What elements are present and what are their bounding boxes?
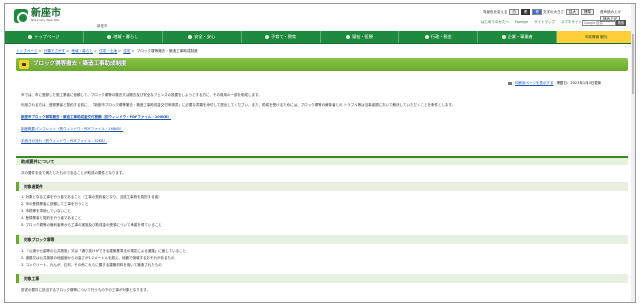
site-search: Google 提供 検索: [582, 20, 626, 26]
voice-label: 音声読み上げ: [600, 9, 621, 14]
crumb-housing-land[interactable]: 住宅・土地: [99, 49, 117, 53]
briefcase-icon: [501, 35, 506, 39]
list-item: 2. 市の登録業者に依頼して工事を行うこと: [21, 202, 89, 206]
font-default-button[interactable]: 標準: [581, 9, 594, 15]
updated-date: 掲載日：2023年1月4日更新: [556, 81, 602, 85]
scrollbar-thumb[interactable]: [632, 34, 634, 94]
nav-living[interactable]: 地域・暮らし: [84, 31, 163, 43]
home-icon: [28, 35, 33, 39]
link-first-visit[interactable]: はじめてのかたへ: [481, 20, 509, 25]
target-wall-list: 1. 「公道や公園等の公共施設」又は「通り抜けができる建築基準法の規定による道路…: [21, 248, 186, 269]
crumb-top[interactable]: トップページ: [16, 49, 38, 53]
house-icon: [107, 35, 112, 39]
nav-label: 安全・安心: [194, 34, 216, 40]
crumb-living[interactable]: 地域・暮らし: [71, 49, 93, 53]
nav-label: 子育て・教育: [270, 34, 297, 40]
font-enlarge-button[interactable]: 拡大: [566, 9, 579, 15]
search-button[interactable]: 検索: [616, 20, 626, 26]
doc-link-procedure[interactable]: 手続きの流れ（別ウィンドウ・PDFファイル・52KB）: [21, 139, 107, 144]
printer-icon: [508, 81, 512, 85]
nav-label: トップページ: [34, 34, 60, 40]
doc-link-pamphlet[interactable]: 制度概要パンフレット（別ウィンドウ・PDFファイル・168KB）: [21, 127, 123, 132]
nav-label: 地域・暮らし: [113, 34, 139, 40]
target-work-text: 前述の要件に該当するブロック塀等について行うもの下の工事が対象となります。: [21, 288, 150, 292]
intro-paragraph-2: 利用される方は、登録業者と契約する前に、「新座市ブロック塀等撤去・築造工事助成金…: [21, 103, 456, 107]
header-links: はじめてのかたへ Foreign サイトマップ スマホサイト: [481, 20, 582, 25]
list-item: 5. ブロック塀等の権利者等から工事の実施及び助成金の受領について承諾を得ている…: [21, 223, 162, 227]
bg-color-switcher: 背景色を変える 白 黒 青: [483, 9, 542, 15]
font-size-switcher: 文字の大きさ 拡大 標準: [543, 9, 594, 15]
subheading-target-person: 対象者要件: [16, 182, 628, 191]
nav-label: 市政情報 観光: [584, 35, 608, 39]
crumb-category[interactable]: 分類でさがす: [44, 49, 66, 53]
nav-top[interactable]: トップページ: [5, 31, 84, 43]
list-item: 3. 市税等を滞納していないこと: [21, 209, 71, 213]
bg-black-button[interactable]: 黒: [520, 9, 531, 15]
nav-label: 福祉・医療: [351, 34, 373, 40]
nav-safety[interactable]: 安全・安心: [163, 31, 242, 43]
font-size-label: 文字の大きさ: [543, 9, 564, 14]
section-heading: 助成要件について: [16, 156, 628, 165]
nav-childcare[interactable]: 子育て・教育: [242, 31, 321, 43]
crumb-housing[interactable]: 住宅: [123, 49, 130, 53]
bg-blue-button[interactable]: 青: [532, 9, 542, 15]
logo-subtitle: Niiza City Web Site: [31, 18, 60, 23]
block-wall-icon: [19, 60, 29, 69]
child-icon: [264, 35, 269, 39]
kana-label: 新座市: [97, 24, 108, 28]
link-sitemap[interactable]: サイトマップ: [534, 20, 555, 25]
voice-reader: 音声読み上げ: [600, 9, 621, 15]
site-logo[interactable]: 新座市 Niiza City Web Site: [14, 9, 61, 24]
link-smartphone[interactable]: スマホサイト: [561, 20, 582, 25]
search-input[interactable]: Google 提供: [582, 20, 616, 26]
nav-admin[interactable]: 行政・税金: [399, 31, 479, 43]
print-link[interactable]: 印刷用ページを表示する: [515, 81, 553, 86]
doc-link-guideline[interactable]: 新座市ブロック塀等撤去・築造工事助成金交付要綱（別ウィンドウ・PDFファイル・1…: [21, 115, 171, 120]
print-row: 印刷用ページを表示する 掲載日：2023年1月4日更新: [508, 81, 601, 86]
crumb-current: ブロック塀等撤去・築造工事助成制度: [136, 49, 198, 53]
page-title-bar: ブロック塀等撤去・築造工事助成制度: [16, 58, 628, 71]
nav-label: 企業・事業者: [507, 34, 533, 40]
shield-icon: [188, 35, 193, 39]
list-item: 3. コンクリート、れんが、石材、その他これらに類する建築材料を用いて築造された…: [21, 263, 162, 267]
list-item: 4. 登録業者と契約を行う者であること: [21, 216, 82, 220]
site-header: 新座市 Niiza City Web Site 新座市 背景色を変える 白 黒 …: [5, 4, 635, 30]
heart-icon: [345, 35, 350, 39]
target-person-list: 1. 対象となる工事を行う者であること（工事の契約者となり、当該工事費を負担する…: [21, 194, 162, 229]
nav-cityinfo[interactable]: 市政情報 観光: [557, 31, 635, 43]
nav-business[interactable]: 企業・事業者: [478, 31, 558, 43]
page-title: ブロック塀等撤去・築造工事助成制度: [33, 60, 127, 67]
breadcrumb: トップページ> 分類でさがす> 地域・暮らし> 住宅・土地> 住宅> ブロック塀…: [16, 49, 198, 53]
list-item: 1. 対象となる工事を行う者であること（工事の契約者となり、当該工事費を負担する…: [21, 195, 162, 199]
nav-welfare[interactable]: 福祉・医療: [321, 31, 400, 43]
intro-paragraph-1: 市では、市に登録した施工業者に依頼して、ブロック塀等の撤去又は撤去及び安全なフェ…: [21, 93, 262, 97]
browser-page: 新座市 Niiza City Web Site 新座市 背景色を変える 白 黒 …: [4, 3, 636, 303]
city-emblem-icon: [14, 9, 29, 24]
link-foreign[interactable]: Foreign: [515, 20, 528, 25]
vertical-scrollbar[interactable]: [631, 4, 635, 302]
list-item: 1. 「公道や公園等の公共施設」又は「通り抜けができる建築基準法の規定による道路…: [21, 249, 187, 253]
building-icon: [424, 35, 429, 39]
bg-color-label: 背景色を変える: [483, 9, 508, 14]
global-nav: トップページ 地域・暮らし 安全・安心 子育て・教育 福祉・医療 行政・税金 企…: [5, 31, 635, 44]
list-item: 2. 道路又は公共施設の地盤面からの高さが1.2メートルを超え、地震で倒壊するお…: [21, 256, 175, 260]
section-intro: 次の要件を全て満たしたものであることが助成の要件となります。: [21, 171, 126, 175]
nav-label: 行政・税金: [430, 34, 452, 40]
subheading-target-work: 対象工事: [16, 274, 628, 283]
subheading-target-wall: 対象ブロック塀等: [16, 235, 628, 244]
bg-white-button[interactable]: 白: [509, 9, 519, 15]
